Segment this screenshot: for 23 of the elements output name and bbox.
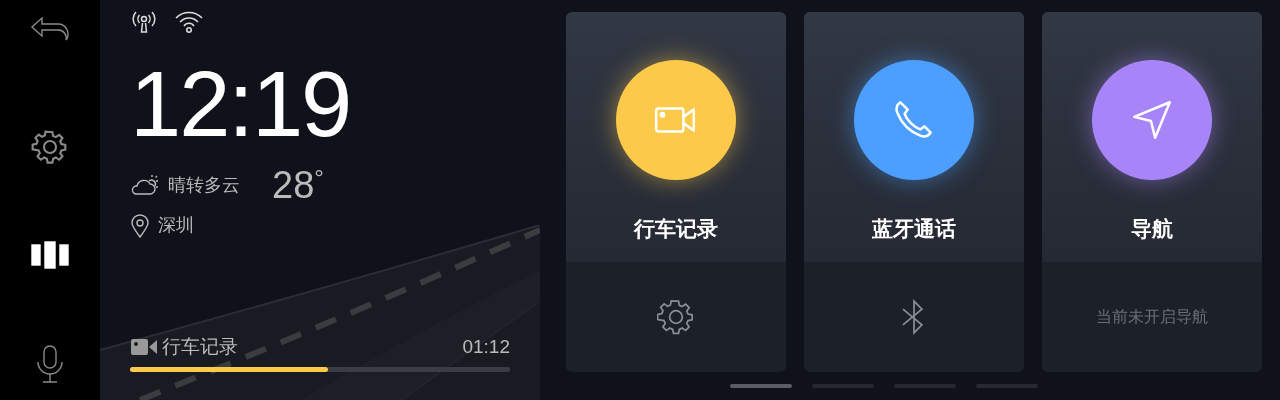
location-city: 深圳 [158,214,194,237]
recording-time: 01:12 [462,334,510,359]
app-card[interactable]: 导航 当前未开启导航 [1042,12,1262,372]
settings-icon[interactable] [657,298,695,336]
clock-time: 12:19 [130,58,352,150]
temperature: 28 [271,166,315,204]
partly-cloudy-icon [130,173,160,197]
app-card[interactable]: 蓝牙通话 [804,12,1024,372]
app-icon-circle[interactable] [1092,60,1212,180]
app-icon-circle[interactable] [854,60,974,180]
card-title: 导航 [1131,216,1173,242]
card-title: 蓝牙通话 [872,216,956,242]
wifi-icon [174,10,204,34]
card-title: 行车记录 [634,216,718,242]
recording-label: 行车记录 [162,334,238,359]
degree-unit: ° [314,166,324,190]
video-camera-icon [130,336,158,357]
signal-tower-icon [130,10,158,34]
app-card[interactable]: 行车记录 [566,12,786,372]
navigation-status: 当前未开启导航 [1096,307,1208,327]
location-pin-icon [130,213,150,238]
app-icon-circle[interactable] [616,60,736,180]
weather-condition: 晴转多云 [168,173,240,197]
